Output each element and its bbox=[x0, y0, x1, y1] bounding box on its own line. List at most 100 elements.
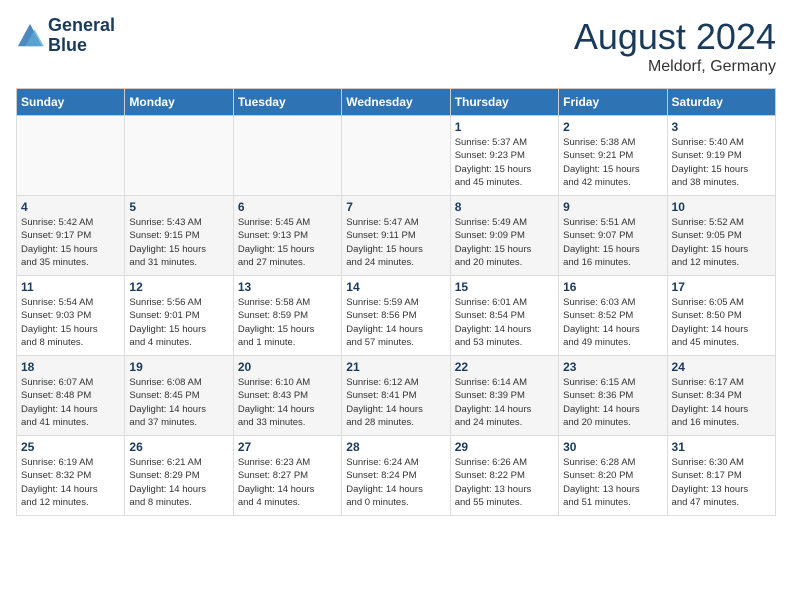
day-number: 15 bbox=[455, 280, 554, 294]
day-number: 3 bbox=[672, 120, 771, 134]
cell-info: Sunrise: 6:28 AM Sunset: 8:20 PM Dayligh… bbox=[563, 456, 662, 509]
day-number: 9 bbox=[563, 200, 662, 214]
day-number: 30 bbox=[563, 440, 662, 454]
cell-info: Sunrise: 6:08 AM Sunset: 8:45 PM Dayligh… bbox=[129, 376, 228, 429]
weekday-header-tuesday: Tuesday bbox=[233, 89, 341, 116]
calendar-cell: 22 Sunrise: 6:14 AM Sunset: 8:39 PM Dayli… bbox=[450, 356, 558, 436]
cell-info: Sunrise: 6:05 AM Sunset: 8:50 PM Dayligh… bbox=[672, 296, 771, 349]
day-number: 8 bbox=[455, 200, 554, 214]
calendar-cell: 21 Sunrise: 6:12 AM Sunset: 8:41 PM Dayli… bbox=[342, 356, 450, 436]
logo-text: General Blue bbox=[48, 16, 115, 56]
cell-info: Sunrise: 5:42 AM Sunset: 9:17 PM Dayligh… bbox=[21, 216, 120, 269]
cell-info: Sunrise: 5:56 AM Sunset: 9:01 PM Dayligh… bbox=[129, 296, 228, 349]
cell-info: Sunrise: 5:47 AM Sunset: 9:11 PM Dayligh… bbox=[346, 216, 445, 269]
day-number: 28 bbox=[346, 440, 445, 454]
weekday-header-monday: Monday bbox=[125, 89, 233, 116]
calendar-table: SundayMondayTuesdayWednesdayThursdayFrid… bbox=[16, 88, 776, 516]
cell-info: Sunrise: 6:03 AM Sunset: 8:52 PM Dayligh… bbox=[563, 296, 662, 349]
day-number: 18 bbox=[21, 360, 120, 374]
cell-info: Sunrise: 6:19 AM Sunset: 8:32 PM Dayligh… bbox=[21, 456, 120, 509]
cell-info: Sunrise: 6:01 AM Sunset: 8:54 PM Dayligh… bbox=[455, 296, 554, 349]
day-number: 20 bbox=[238, 360, 337, 374]
calendar-cell: 20 Sunrise: 6:10 AM Sunset: 8:43 PM Dayli… bbox=[233, 356, 341, 436]
calendar-cell: 27 Sunrise: 6:23 AM Sunset: 8:27 PM Dayli… bbox=[233, 436, 341, 516]
cell-info: Sunrise: 6:14 AM Sunset: 8:39 PM Dayligh… bbox=[455, 376, 554, 429]
weekday-header-thursday: Thursday bbox=[450, 89, 558, 116]
cell-info: Sunrise: 6:23 AM Sunset: 8:27 PM Dayligh… bbox=[238, 456, 337, 509]
calendar-cell: 9Sunrise: 5:51 AM Sunset: 9:07 PM Daylig… bbox=[559, 196, 667, 276]
title-block: August 2024 Meldorf, Germany bbox=[574, 16, 776, 76]
day-number: 21 bbox=[346, 360, 445, 374]
day-number: 14 bbox=[346, 280, 445, 294]
calendar-cell: 16 Sunrise: 6:03 AM Sunset: 8:52 PM Dayli… bbox=[559, 276, 667, 356]
calendar-cell: 25 Sunrise: 6:19 AM Sunset: 8:32 PM Dayli… bbox=[17, 436, 125, 516]
day-number: 23 bbox=[563, 360, 662, 374]
calendar-cell: 14 Sunrise: 5:59 AM Sunset: 8:56 PM Dayli… bbox=[342, 276, 450, 356]
day-number: 31 bbox=[672, 440, 771, 454]
day-number: 22 bbox=[455, 360, 554, 374]
calendar-cell: 7 Sunrise: 5:47 AM Sunset: 9:11 PM Daylig… bbox=[342, 196, 450, 276]
day-number: 17 bbox=[672, 280, 771, 294]
day-number: 16 bbox=[563, 280, 662, 294]
calendar-cell: 13 Sunrise: 5:58 AM Sunset: 8:59 PM Dayli… bbox=[233, 276, 341, 356]
cell-info: Sunrise: 5:52 AM Sunset: 9:05 PM Dayligh… bbox=[672, 216, 771, 269]
calendar-cell: 23 Sunrise: 6:15 AM Sunset: 8:36 PM Dayli… bbox=[559, 356, 667, 436]
day-number: 12 bbox=[129, 280, 228, 294]
day-number: 6 bbox=[238, 200, 337, 214]
calendar-cell bbox=[233, 116, 341, 196]
cell-info: Sunrise: 5:38 AM Sunset: 9:21 PM Dayligh… bbox=[563, 136, 662, 189]
day-number: 4 bbox=[21, 200, 120, 214]
day-number: 27 bbox=[238, 440, 337, 454]
calendar-cell: 15 Sunrise: 6:01 AM Sunset: 8:54 PM Dayli… bbox=[450, 276, 558, 356]
calendar-cell: 28Sunrise: 6:24 AM Sunset: 8:24 PM Dayli… bbox=[342, 436, 450, 516]
cell-info: Sunrise: 5:40 AM Sunset: 9:19 PM Dayligh… bbox=[672, 136, 771, 189]
day-number: 7 bbox=[346, 200, 445, 214]
weekday-header-saturday: Saturday bbox=[667, 89, 775, 116]
calendar-cell bbox=[125, 116, 233, 196]
calendar-cell: 10 Sunrise: 5:52 AM Sunset: 9:05 PM Dayli… bbox=[667, 196, 775, 276]
day-number: 1 bbox=[455, 120, 554, 134]
cell-info: Sunrise: 6:15 AM Sunset: 8:36 PM Dayligh… bbox=[563, 376, 662, 429]
day-number: 13 bbox=[238, 280, 337, 294]
cell-info: Sunrise: 6:12 AM Sunset: 8:41 PM Dayligh… bbox=[346, 376, 445, 429]
calendar-cell: 1Sunrise: 5:37 AM Sunset: 9:23 PM Daylig… bbox=[450, 116, 558, 196]
page-header: General Blue August 2024 Meldorf, German… bbox=[16, 16, 776, 76]
calendar-cell bbox=[342, 116, 450, 196]
calendar-cell: 12 Sunrise: 5:56 AM Sunset: 9:01 PM Dayli… bbox=[125, 276, 233, 356]
weekday-header-friday: Friday bbox=[559, 89, 667, 116]
cell-info: Sunrise: 5:45 AM Sunset: 9:13 PM Dayligh… bbox=[238, 216, 337, 269]
calendar-cell: 26 Sunrise: 6:21 AM Sunset: 8:29 PM Dayli… bbox=[125, 436, 233, 516]
cell-info: Sunrise: 5:54 AM Sunset: 9:03 PM Dayligh… bbox=[21, 296, 120, 349]
calendar-cell: 3 Sunrise: 5:40 AM Sunset: 9:19 PM Daylig… bbox=[667, 116, 775, 196]
cell-info: Sunrise: 6:21 AM Sunset: 8:29 PM Dayligh… bbox=[129, 456, 228, 509]
cell-info: Sunrise: 5:43 AM Sunset: 9:15 PM Dayligh… bbox=[129, 216, 228, 269]
cell-info: Sunrise: 6:10 AM Sunset: 8:43 PM Dayligh… bbox=[238, 376, 337, 429]
logo: General Blue bbox=[16, 16, 115, 56]
cell-info: Sunrise: 5:58 AM Sunset: 8:59 PM Dayligh… bbox=[238, 296, 337, 349]
calendar-cell: 2 Sunrise: 5:38 AM Sunset: 9:21 PM Daylig… bbox=[559, 116, 667, 196]
calendar-cell: 11Sunrise: 5:54 AM Sunset: 9:03 PM Dayli… bbox=[17, 276, 125, 356]
day-number: 24 bbox=[672, 360, 771, 374]
day-number: 2 bbox=[563, 120, 662, 134]
logo-icon bbox=[16, 22, 44, 50]
calendar-cell: 31 Sunrise: 6:30 AM Sunset: 8:17 PM Dayli… bbox=[667, 436, 775, 516]
weekday-header-sunday: Sunday bbox=[17, 89, 125, 116]
location-title: Meldorf, Germany bbox=[574, 58, 776, 76]
calendar-cell: 30 Sunrise: 6:28 AM Sunset: 8:20 PM Dayli… bbox=[559, 436, 667, 516]
cell-info: Sunrise: 6:26 AM Sunset: 8:22 PM Dayligh… bbox=[455, 456, 554, 509]
day-number: 29 bbox=[455, 440, 554, 454]
calendar-cell: 24Sunrise: 6:17 AM Sunset: 8:34 PM Dayli… bbox=[667, 356, 775, 436]
cell-info: Sunrise: 5:59 AM Sunset: 8:56 PM Dayligh… bbox=[346, 296, 445, 349]
cell-info: Sunrise: 6:30 AM Sunset: 8:17 PM Dayligh… bbox=[672, 456, 771, 509]
calendar-cell: 4 Sunrise: 5:42 AM Sunset: 9:17 PM Daylig… bbox=[17, 196, 125, 276]
day-number: 25 bbox=[21, 440, 120, 454]
day-number: 5 bbox=[129, 200, 228, 214]
calendar-cell: 17 Sunrise: 6:05 AM Sunset: 8:50 PM Dayli… bbox=[667, 276, 775, 356]
calendar-cell: 18 Sunrise: 6:07 AM Sunset: 8:48 PM Dayli… bbox=[17, 356, 125, 436]
cell-info: Sunrise: 6:07 AM Sunset: 8:48 PM Dayligh… bbox=[21, 376, 120, 429]
day-number: 26 bbox=[129, 440, 228, 454]
calendar-cell: 5 Sunrise: 5:43 AM Sunset: 9:15 PM Daylig… bbox=[125, 196, 233, 276]
day-number: 19 bbox=[129, 360, 228, 374]
day-number: 10 bbox=[672, 200, 771, 214]
calendar-cell: 19 Sunrise: 6:08 AM Sunset: 8:45 PM Dayli… bbox=[125, 356, 233, 436]
